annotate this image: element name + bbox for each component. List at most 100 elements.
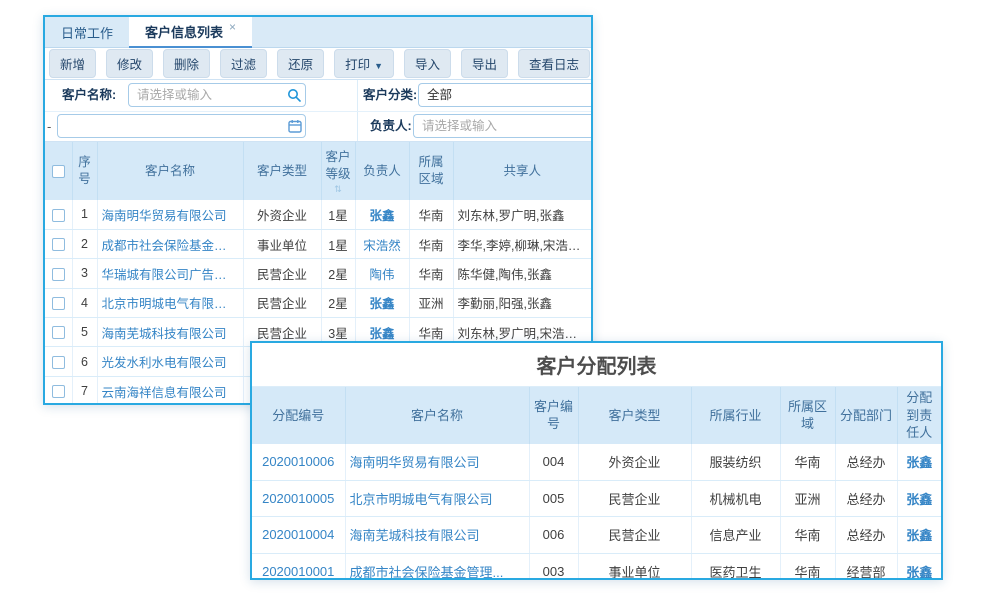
cell-no: 3	[72, 259, 97, 288]
cell-assignee[interactable]: 张鑫	[897, 444, 941, 481]
close-icon[interactable]: ×	[229, 20, 236, 34]
tab-bar: 日常工作 客户信息列表 ×	[45, 17, 591, 48]
col-shared[interactable]: 共享人	[453, 142, 591, 200]
table-row: 4北京市明城电气有限公司民营企业2星张鑫亚洲李勤丽,阳强,张鑫	[45, 288, 591, 317]
customer-category-select[interactable]: 全部	[418, 83, 593, 107]
export-button[interactable]: 导出	[461, 49, 508, 78]
table-row: 2020010006海南明华贸易有限公司004外资企业服装纺织华南总经办张鑫	[252, 444, 941, 481]
cell-customer-name[interactable]: 光发水利水电有限公司	[97, 347, 243, 376]
cell-shared: 刘东林,罗广明,张鑫	[453, 200, 591, 229]
cell-region: 华南	[409, 200, 453, 229]
cell-region: 华南	[409, 229, 453, 258]
select-all-checkbox[interactable]	[52, 165, 65, 178]
col-region: 所属区域	[780, 387, 835, 444]
cell-customer-name[interactable]: 海南芜城科技有限公司	[97, 318, 243, 347]
cell-shared: 陈华健,陶伟,张鑫	[453, 259, 591, 288]
filter-button[interactable]: 过滤	[220, 49, 267, 78]
cell-assignee[interactable]: 张鑫	[897, 553, 941, 580]
cell-owner[interactable]: 张鑫	[355, 200, 409, 229]
cell-alloc-no[interactable]: 2020010004	[252, 517, 345, 554]
table-row: 2020010004海南芜城科技有限公司006民营企业信息产业华南总经办张鑫	[252, 517, 941, 554]
tab-daily-work[interactable]: 日常工作	[45, 17, 129, 47]
col-customer-type[interactable]: 客户类型	[243, 142, 321, 200]
cell-assignee[interactable]: 张鑫	[897, 480, 941, 517]
cell-owner[interactable]: 宋浩然	[355, 229, 409, 258]
col-customer-level[interactable]: 客户等级 ⇅	[321, 142, 355, 200]
row-checkbox[interactable]	[52, 268, 65, 281]
filter-row-divider	[45, 111, 591, 112]
owner-input[interactable]	[413, 114, 593, 138]
cell-customer-level: 2星	[321, 259, 355, 288]
table-row: 2020010001成都市社会保险基金管理...003事业单位医药卫生华南经营部…	[252, 553, 941, 580]
col-customer-name: 客户名称	[345, 387, 529, 444]
row-checkbox[interactable]	[52, 385, 65, 398]
tab-label: 日常工作	[61, 23, 113, 42]
col-customer-level-label: 客户等级	[325, 150, 350, 181]
sort-icon[interactable]: ⇅	[325, 185, 352, 193]
row-select-cell	[45, 200, 72, 229]
col-no[interactable]: 序号	[72, 142, 97, 200]
cell-customer-name[interactable]: 成都市社会保险基金管理...	[345, 553, 529, 580]
customer-category-label: 客户分类:	[363, 80, 417, 111]
date-input[interactable]	[57, 114, 306, 138]
cell-customer-name[interactable]: 海南明华贸易有限公司	[345, 444, 529, 481]
row-checkbox[interactable]	[52, 356, 65, 369]
cell-alloc-no[interactable]: 2020010005	[252, 480, 345, 517]
table-row: 2020010005北京市明城电气有限公司005民营企业机械机电亚洲总经办张鑫	[252, 480, 941, 517]
view-log-button[interactable]: 查看日志	[518, 49, 590, 78]
cell-alloc-no[interactable]: 2020010001	[252, 553, 345, 580]
col-region[interactable]: 所属区域	[409, 142, 453, 200]
cell-region: 华南	[780, 553, 835, 580]
allocation-table: 分配编号 客户名称 客户编号 客户类型 所属行业 所属区域 分配部门 分配到责任…	[252, 387, 941, 580]
row-select-cell	[45, 288, 72, 317]
cell-shared: 李华,李婷,柳琳,宋浩然,张鑫	[453, 229, 591, 258]
cell-customer-no: 005	[529, 480, 578, 517]
customer-name-input[interactable]	[128, 83, 306, 107]
filter-area: 客户名称: 客户分类: 全部 - 负责人:	[45, 80, 591, 142]
date-range-dash: -	[47, 111, 51, 142]
cell-alloc-dept: 总经办	[835, 480, 897, 517]
row-checkbox[interactable]	[52, 209, 65, 222]
cell-customer-level: 1星	[321, 229, 355, 258]
print-button[interactable]: 打印 ▼	[334, 49, 394, 78]
add-button[interactable]: 新增	[49, 49, 96, 78]
row-select-cell	[45, 259, 72, 288]
cell-customer-name[interactable]: 成都市社会保险基金管理...	[97, 229, 243, 258]
cell-customer-name[interactable]: 海南明华贸易有限公司	[97, 200, 243, 229]
restore-button[interactable]: 还原	[277, 49, 324, 78]
row-select-cell	[45, 229, 72, 258]
print-label: 打印	[345, 58, 370, 72]
col-owner[interactable]: 负责人	[355, 142, 409, 200]
col-customer-type: 客户类型	[578, 387, 691, 444]
edit-button[interactable]: 修改	[106, 49, 153, 78]
select-all-header[interactable]	[45, 142, 72, 200]
row-select-cell	[45, 376, 72, 405]
row-checkbox[interactable]	[52, 297, 65, 310]
dropdown-caret-icon: ▼	[374, 61, 383, 71]
search-icon[interactable]	[287, 88, 301, 102]
cell-owner[interactable]: 张鑫	[355, 288, 409, 317]
tab-customer-info-list[interactable]: 客户信息列表 ×	[129, 17, 252, 48]
cell-customer-no: 004	[529, 444, 578, 481]
cell-customer-type: 民营企业	[243, 259, 321, 288]
import-button[interactable]: 导入	[404, 49, 451, 78]
col-customer-name[interactable]: 客户名称	[97, 142, 243, 200]
cell-customer-name[interactable]: 云南海祥信息有限公司	[97, 376, 243, 405]
cell-industry: 信息产业	[691, 517, 780, 554]
cell-region: 华南	[780, 444, 835, 481]
cell-customer-type: 事业单位	[243, 229, 321, 258]
row-checkbox[interactable]	[52, 326, 65, 339]
cell-customer-type: 民营企业	[243, 288, 321, 317]
owner-label: 负责人:	[370, 111, 412, 142]
cell-customer-name[interactable]: 北京市明城电气有限公司	[97, 288, 243, 317]
delete-button[interactable]: 删除	[163, 49, 210, 78]
row-checkbox[interactable]	[52, 238, 65, 251]
cell-customer-name[interactable]: 北京市明城电气有限公司	[345, 480, 529, 517]
cell-customer-name[interactable]: 华瑞城有限公司广告设计部	[97, 259, 243, 288]
cell-assignee[interactable]: 张鑫	[897, 517, 941, 554]
cell-alloc-no[interactable]: 2020010006	[252, 444, 345, 481]
calendar-icon[interactable]	[288, 119, 302, 133]
cell-no: 4	[72, 288, 97, 317]
cell-customer-name[interactable]: 海南芜城科技有限公司	[345, 517, 529, 554]
cell-owner[interactable]: 陶伟	[355, 259, 409, 288]
